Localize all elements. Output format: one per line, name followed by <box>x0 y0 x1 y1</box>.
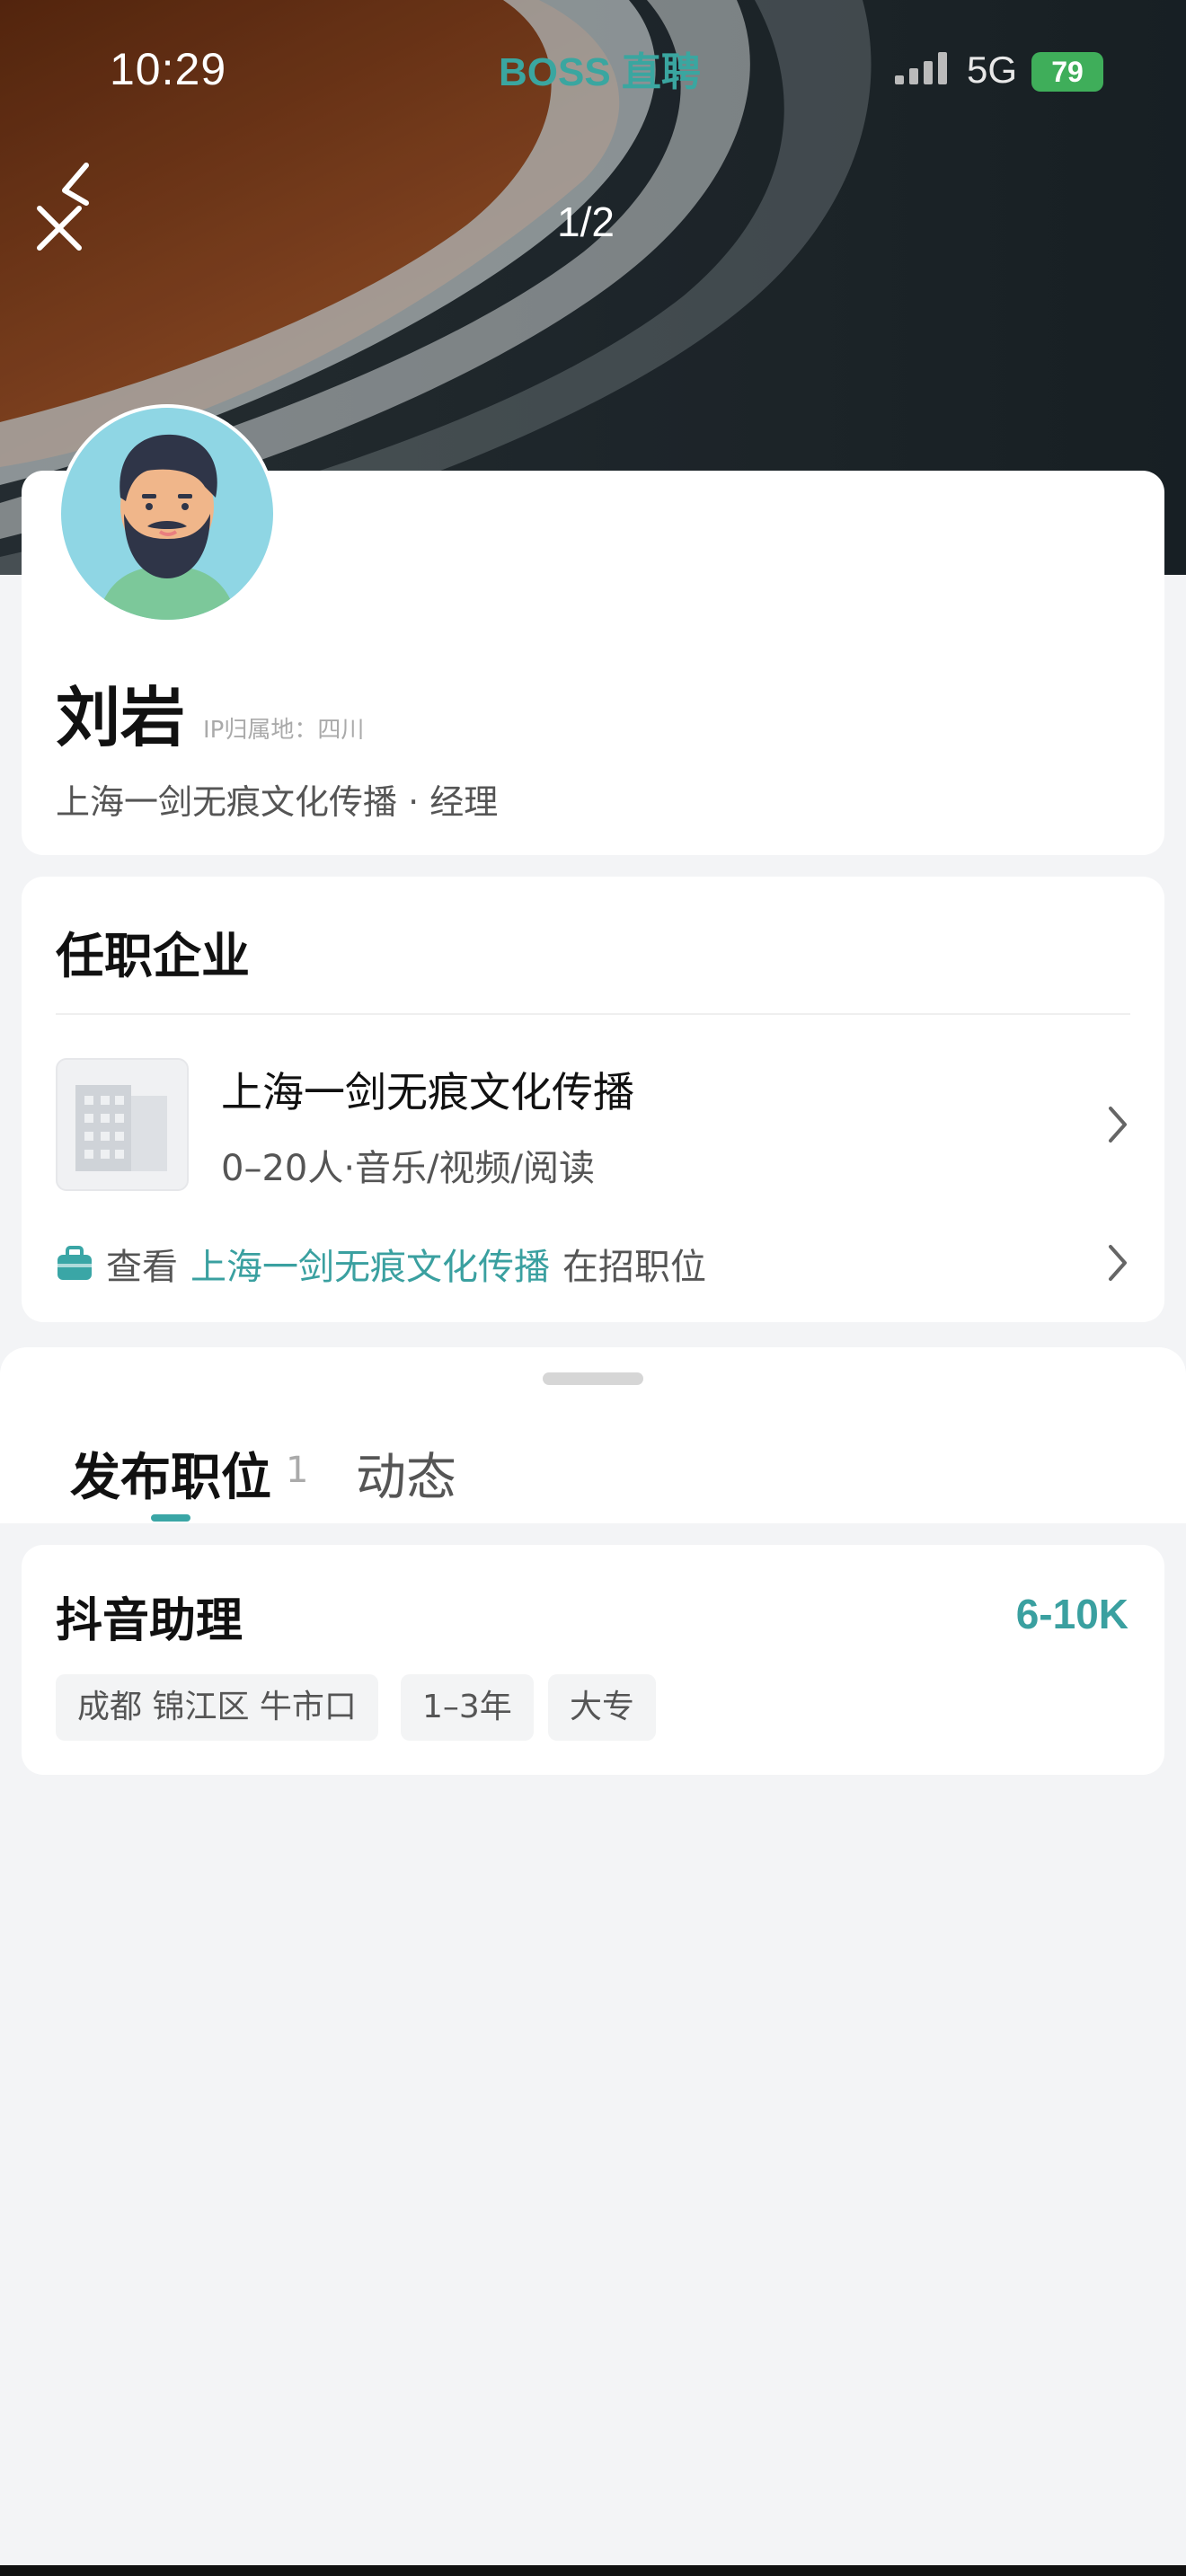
company-jobs-link[interactable]: 查看 上海一剑无痕文化传播 在招职位 <box>56 1238 706 1290</box>
avatar-illustration <box>61 408 273 620</box>
brand-logo-text: BOSS 直聘 <box>499 50 701 94</box>
jobs-link-company: 上海一剑无痕文化传播 <box>190 1247 550 1288</box>
network-type: 5G <box>967 49 1018 91</box>
briefcase-icon <box>58 1246 92 1280</box>
job-tag-location: 成都 锦江区 牛市口 <box>56 1674 378 1741</box>
back-arrow-icon <box>62 163 89 206</box>
job-title: 抖音助理 <box>56 1594 243 1648</box>
drag-handle[interactable] <box>543 1372 643 1385</box>
ip-location: IP归属地：四川 <box>203 717 365 744</box>
signal-icon <box>895 52 947 84</box>
building-icon <box>75 1085 167 1171</box>
profile-title: 上海一剑无痕文化传播 · 经理 <box>56 782 499 822</box>
profile-name: 刘岩 <box>56 680 186 755</box>
tab-activity[interactable]: 动态 <box>356 1437 456 1510</box>
section-title: 任职企业 <box>56 928 250 984</box>
status-time: 10:29 <box>110 44 227 94</box>
avatar[interactable] <box>58 404 277 623</box>
job-salary: 6-10K <box>1015 1591 1128 1637</box>
battery-level: 79 <box>1051 56 1084 88</box>
close-icon <box>37 206 82 251</box>
company-logo[interactable] <box>56 1058 189 1191</box>
company-meta: 0–20人·音乐/视频/阅读 <box>221 1148 596 1189</box>
job-tag-experience: 1–3年 <box>401 1674 534 1741</box>
status-bar: 10:29 BOSS 直聘 5G 79 <box>0 0 1186 144</box>
image-pager: 1/2 <box>557 198 615 245</box>
company-name[interactable]: 上海一剑无痕文化传播 <box>221 1060 634 1119</box>
battery-icon: 79 <box>1031 52 1103 92</box>
jobs-link-suffix: 在招职位 <box>562 1247 706 1288</box>
divider <box>56 1013 1130 1015</box>
bottom-edge <box>0 2565 1186 2576</box>
tab-posted-jobs-count: 1 <box>286 1450 309 1491</box>
chevron-right-icon[interactable] <box>1105 1243 1130 1283</box>
job-tag-education: 大专 <box>548 1674 657 1741</box>
chevron-right-icon[interactable] <box>1105 1105 1130 1144</box>
tab-posted-jobs[interactable]: 发布职位 <box>70 1437 271 1510</box>
active-tab-indicator <box>151 1514 190 1522</box>
back-close-button[interactable] <box>32 158 104 257</box>
jobs-link-prefix: 查看 <box>106 1247 178 1288</box>
